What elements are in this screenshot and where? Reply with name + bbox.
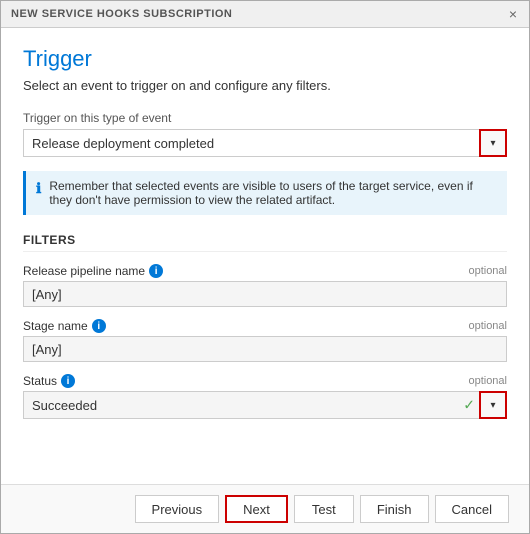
filter-label-row-stage: Stage name i optional <box>23 319 507 333</box>
finish-button[interactable]: Finish <box>360 495 429 523</box>
filters-heading: FILTERS <box>23 233 507 252</box>
stage-input[interactable] <box>23 336 507 362</box>
previous-button[interactable]: Previous <box>135 495 220 523</box>
trigger-field-group: Trigger on this type of event Release de… <box>23 111 507 157</box>
close-button[interactable]: × <box>507 7 519 21</box>
dialog: NEW SERVICE HOOKS SUBSCRIPTION × Trigger… <box>0 0 530 534</box>
dialog-titlebar: NEW SERVICE HOOKS SUBSCRIPTION × <box>1 1 529 28</box>
status-select-wrapper: Succeeded ✓ ▾ <box>23 391 507 419</box>
cancel-button[interactable]: Cancel <box>435 495 509 523</box>
dialog-title: NEW SERVICE HOOKS SUBSCRIPTION <box>11 8 232 20</box>
trigger-label: Trigger on this type of event <box>23 111 507 125</box>
pipeline-info-icon[interactable]: i <box>149 264 163 278</box>
filter-label-stage: Stage name i <box>23 319 106 333</box>
info-text: Remember that selected events are visibl… <box>49 179 497 207</box>
next-button[interactable]: Next <box>225 495 288 523</box>
section-subtitle: Select an event to trigger on and config… <box>23 78 507 93</box>
pipeline-optional-label: optional <box>468 265 507 277</box>
status-optional-label: optional <box>468 375 507 387</box>
test-button[interactable]: Test <box>294 495 354 523</box>
section-title: Trigger <box>23 46 507 72</box>
status-select[interactable]: Succeeded <box>23 391 507 419</box>
filter-row-pipeline: Release pipeline name i optional <box>23 264 507 307</box>
info-icon: ℹ <box>36 180 41 207</box>
filter-label-row-status: Status i optional <box>23 374 507 388</box>
status-info-icon[interactable]: i <box>61 374 75 388</box>
filter-label-row-pipeline: Release pipeline name i optional <box>23 264 507 278</box>
info-box: ℹ Remember that selected events are visi… <box>23 171 507 215</box>
dialog-body: Trigger Select an event to trigger on an… <box>1 28 529 484</box>
dialog-footer: Previous Next Test Finish Cancel <box>1 484 529 533</box>
filter-row-stage: Stage name i optional <box>23 319 507 362</box>
trigger-select[interactable]: Release deployment completed <box>23 129 507 157</box>
trigger-select-wrapper: Release deployment completed ▾ <box>23 129 507 157</box>
stage-info-icon[interactable]: i <box>92 319 106 333</box>
pipeline-input[interactable] <box>23 281 507 307</box>
filter-label-pipeline: Release pipeline name i <box>23 264 163 278</box>
filter-label-status: Status i <box>23 374 75 388</box>
stage-optional-label: optional <box>468 320 507 332</box>
checkmark-icon: ✓ <box>463 397 475 414</box>
filter-row-status: Status i optional Succeeded ✓ ▾ <box>23 374 507 419</box>
